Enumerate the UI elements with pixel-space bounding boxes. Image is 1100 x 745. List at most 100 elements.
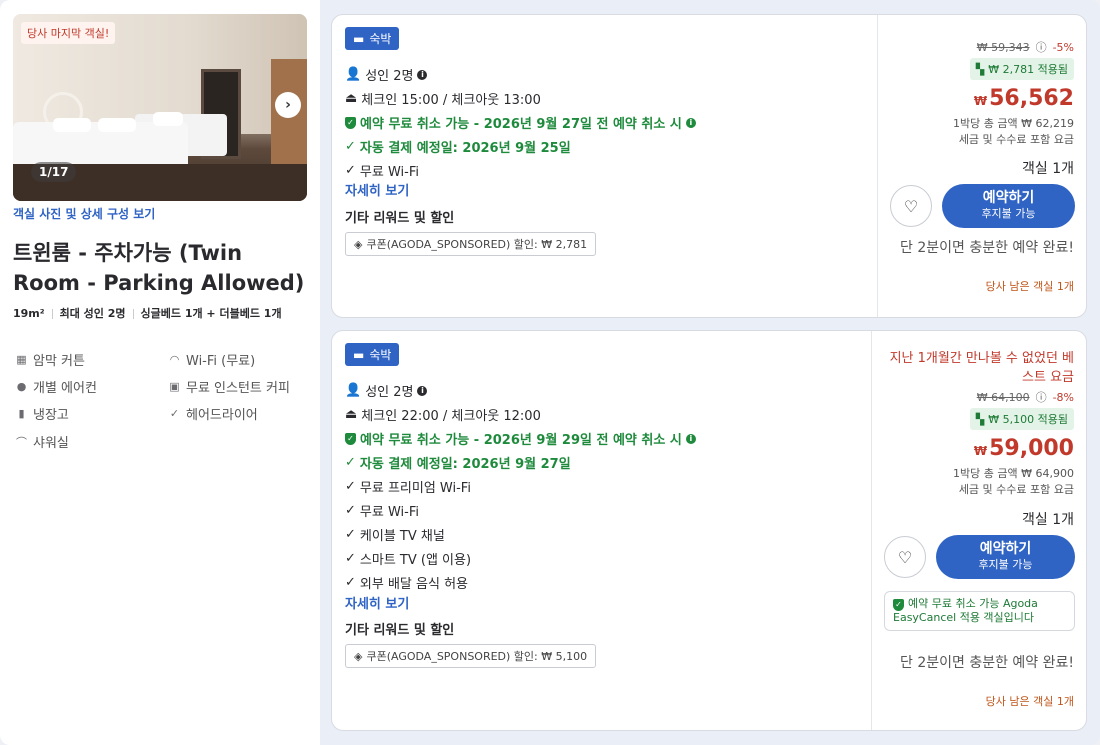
price: ₩56,562 <box>973 86 1074 111</box>
discount-percent: -5% <box>1052 40 1074 54</box>
room-photos-link[interactable]: 객실 사진 및 상세 구성 보기 <box>13 205 155 222</box>
amenity-item: ⌒ 샤워실 <box>16 435 69 452</box>
heart-icon: ♡ <box>903 196 919 216</box>
rooms-left: 당사 남은 객실 1개 <box>985 280 1074 293</box>
ticket-icon: ▚ <box>975 62 985 76</box>
wishlist-button[interactable]: ♡ <box>884 536 926 578</box>
shield-check-icon: ✓ <box>345 432 356 445</box>
amenity-item: ▮ 냉장고 <box>15 404 68 423</box>
feature-item: ✓ 무료 프리미엄 Wi-Fi <box>345 479 471 496</box>
check-icon: ✓ <box>345 551 356 566</box>
feature-item: ✓ 무료 Wi-Fi <box>345 503 419 520</box>
ticket-icon: ▚ <box>975 412 985 426</box>
chevron-right-icon: › <box>285 97 291 113</box>
coupon-tag: ◈ 쿠폰(AGODA_SPONSORED) 할인: ₩ 2,781 <box>345 232 597 256</box>
offer-card: ▬ 숙박 👤 성인 2명 i ⏏ 체크인 22:00 / 체크아웃 12:00 ✓ 예약 … <box>331 330 1087 731</box>
free-cancel-line: ✓ 예약 무료 취소 가능 - 2026년 9월 27일 전 예약 취소 시i <box>345 113 696 132</box>
ac-icon: ● <box>16 380 27 393</box>
free-cancel-line: ✓ 예약 무료 취소 가능 - 2026년 9월 29일 전 예약 취소 시i <box>345 429 696 448</box>
heart-icon: ♡ <box>897 547 913 567</box>
info-icon[interactable]: i <box>417 69 428 80</box>
rewards-title: 기타 리워드 및 할인 <box>345 623 455 638</box>
feature-item: ✓ 무료 Wi-Fi <box>345 163 419 180</box>
info-icon[interactable]: i <box>417 385 428 396</box>
info-icon[interactable]: i <box>685 433 696 444</box>
guests-line: 👤 성인 2명 i <box>345 65 428 84</box>
book-button[interactable]: 예약하기 후지불 가능 <box>936 535 1075 579</box>
book-button[interactable]: 예약하기 후지불 가능 <box>942 184 1075 228</box>
person-icon: 👤 <box>345 383 362 398</box>
per-night-total: 1박당 총 금액 ₩ 64,900 <box>953 467 1074 480</box>
fridge-icon: ▮ <box>18 407 25 420</box>
discount-percent: -8% <box>1052 390 1074 404</box>
room-photo[interactable]: 당사 마지막 객실! › 1/17 <box>13 14 307 201</box>
applied-discount: ▚ ₩ 2,781 적용됨 <box>969 58 1074 80</box>
stay-badge: ▬ 숙박 <box>345 27 400 50</box>
curtain-icon: ▦ <box>16 353 27 366</box>
tag-icon: ◈ <box>354 649 363 663</box>
original-price: ₩ 64,100 <box>976 390 1030 404</box>
best-price-note: 지난 1개월간 만나볼 수 없었던 베스트 요금 <box>889 351 1074 385</box>
shield-check-icon: ✓ <box>893 599 904 611</box>
shower-icon: ⌒ <box>16 435 27 449</box>
amenity-item: ● 개별 에어컨 <box>16 380 97 396</box>
photo-counter: 1/17 <box>31 162 77 182</box>
easy-cancel-box: ✓ 예약 무료 취소 가능 Agoda EasyCancel 적용 객실입니다 <box>884 591 1075 631</box>
room-beds: 싱글베드 1개 + 더블베드 1개 <box>140 307 282 320</box>
offer-card: ▬ 숙박 👤 성인 2명 i ⏏ 체크인 15:00 / 체크아웃 13:00 ✓ 예약 … <box>331 14 1087 318</box>
next-photo-button[interactable]: › <box>275 92 301 118</box>
feature-item: ✓ 외부 배달 음식 허용 <box>345 575 468 592</box>
details-link[interactable]: 자세히 보기 <box>345 180 409 199</box>
rewards-title: 기타 리워드 및 할인 <box>345 211 455 226</box>
original-price-row: ₩ 59,343 ⓘ -5% <box>977 39 1074 55</box>
wifi-icon: ◠ <box>169 353 180 366</box>
quick-booking-note: 단 2분이면 충분한 예약 완료! <box>900 655 1074 671</box>
coffee-icon: ▣ <box>169 380 180 393</box>
room-specs: 19m² 최대 성인 2명 싱글베드 1개 + 더블베드 1개 <box>13 305 303 323</box>
feature-item: ✓ 케이블 TV 채널 <box>345 527 445 544</box>
check-icon: ✓ <box>345 455 356 470</box>
original-price: ₩ 59,343 <box>976 40 1030 54</box>
amenity-item: ▦ 암막 커튼 <box>16 353 85 369</box>
bed-icon: ▬ <box>353 347 365 362</box>
details-link[interactable]: 자세히 보기 <box>345 593 409 612</box>
room-count[interactable]: 객실 1개 <box>1022 509 1074 529</box>
tax-note: 세금 및 수수료 포함 요금 <box>958 483 1074 496</box>
check-icon: ✓ <box>345 575 356 590</box>
auto-pay-line: ✓ 자동 결제 예정일: 2026년 9월 25일 <box>345 139 571 156</box>
per-night-total: 1박당 총 금액 ₩ 62,219 <box>953 117 1074 130</box>
wishlist-button[interactable]: ♡ <box>890 185 932 227</box>
amenity-item: ▣ 무료 인스턴트 커피 <box>169 380 290 396</box>
check-icon: ✓ <box>345 139 356 154</box>
shield-check-icon: ✓ <box>345 116 356 129</box>
last-room-badge: 당사 마지막 객실! <box>21 22 116 44</box>
checkin-line: ⏏ 체크인 15:00 / 체크아웃 13:00 <box>345 91 541 108</box>
auto-pay-line: ✓ 자동 결제 예정일: 2026년 9월 27일 <box>345 455 571 472</box>
bed-icon: ▬ <box>353 31 365 46</box>
room-count[interactable]: 객실 1개 <box>1022 158 1074 178</box>
amenity-item: ◠ Wi-Fi (무료) <box>169 353 256 369</box>
stay-badge: ▬ 숙박 <box>345 343 400 366</box>
info-icon[interactable]: ⓘ <box>1036 39 1047 55</box>
room-title: 트윈룸 - 주차가능 (Twin Room - Parking Allowed) <box>13 241 305 295</box>
rooms-left: 당사 남은 객실 1개 <box>985 695 1074 708</box>
guests-line: 👤 성인 2명 i <box>345 381 428 400</box>
person-icon: 👤 <box>345 67 362 82</box>
info-icon[interactable]: i <box>685 117 696 128</box>
info-icon[interactable]: ⓘ <box>1036 389 1047 405</box>
check-icon: ✓ <box>169 407 180 420</box>
room-offer-panel: 당사 마지막 객실! › 1/17 객실 사진 및 상세 구성 보기 트윈룸 -… <box>0 0 1100 745</box>
room-size: 19m² <box>13 307 45 320</box>
reception-icon: ⏏ <box>345 407 358 422</box>
coupon-tag: ◈ 쿠폰(AGODA_SPONSORED) 할인: ₩ 5,100 <box>345 644 597 668</box>
room-max-guests: 최대 성인 2명 <box>59 307 126 320</box>
feature-item: ✓ 스마트 TV (앱 이용) <box>345 551 472 568</box>
checkin-line: ⏏ 체크인 22:00 / 체크아웃 12:00 <box>345 407 541 424</box>
price: ₩59,000 <box>973 436 1074 461</box>
check-icon: ✓ <box>345 527 356 542</box>
check-icon: ✓ <box>345 503 356 518</box>
reception-icon: ⏏ <box>345 91 358 106</box>
tax-note: 세금 및 수수료 포함 요금 <box>958 133 1074 146</box>
check-icon: ✓ <box>345 163 356 178</box>
original-price-row: ₩ 64,100 ⓘ -8% <box>977 389 1074 405</box>
